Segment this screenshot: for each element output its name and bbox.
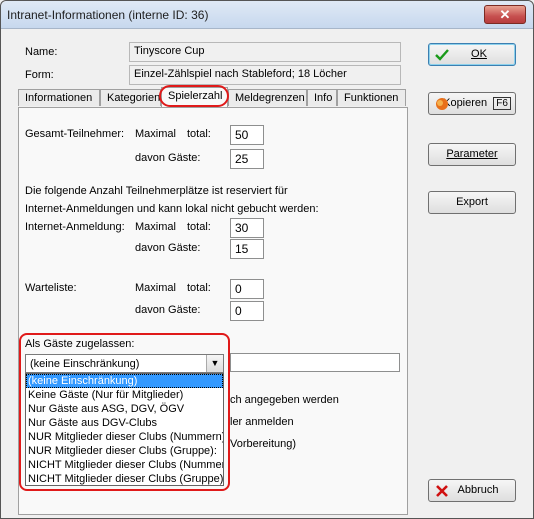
name-label: Name: xyxy=(25,46,58,58)
internet-gaeste-label: davon Gäste: xyxy=(135,242,201,254)
obscured-text-3: Vorbereitung) xyxy=(230,438,297,450)
gesamt-maximal-label: Maximal xyxy=(135,128,176,140)
title-bar[interactable]: Intranet-Informationen (interne ID: 36) … xyxy=(1,1,533,29)
warteliste-total-label: total: xyxy=(187,282,211,294)
obscured-text-2: ler anmelden xyxy=(230,416,294,428)
kopieren-label: Kopieren xyxy=(443,97,488,109)
internet-total-label: total: xyxy=(187,221,211,233)
warteliste-label: Warteliste: xyxy=(25,282,77,294)
kopieren-button[interactable]: Kopieren F6 xyxy=(428,92,516,115)
warteliste-maximal-label: Maximal xyxy=(135,282,176,294)
close-button[interactable]: ✕ xyxy=(484,5,526,24)
info-text-line1: Die folgende Anzahl Teilnehmerplätze ist… xyxy=(25,185,288,197)
warteliste-total-input[interactable]: 0 xyxy=(230,279,264,299)
tab-info[interactable]: Info xyxy=(307,89,337,106)
internet-maximal-label: Maximal xyxy=(135,221,176,233)
export-label: Export xyxy=(456,196,488,208)
tab-funktionen[interactable]: Funktionen xyxy=(337,89,406,106)
gesamt-gaeste-input[interactable]: 25 xyxy=(230,149,264,169)
copy-icon xyxy=(436,98,448,110)
window-title: Intranet-Informationen (interne ID: 36) xyxy=(7,8,209,22)
tab-meldegrenzen[interactable]: Meldegrenzen xyxy=(228,89,307,106)
gaeste-highlight xyxy=(19,333,230,491)
parameter-button[interactable]: Parameter xyxy=(428,143,516,166)
checkmark-icon xyxy=(435,49,449,61)
internet-label: Internet-Anmeldung: xyxy=(25,221,125,233)
gesamt-gaeste-label: davon Gäste: xyxy=(135,152,201,164)
abbruch-label: Abbruch xyxy=(457,484,499,496)
obscured-text-1: ch angegeben werden xyxy=(230,394,339,406)
close-icon: ✕ xyxy=(499,7,511,22)
dialog-window: Intranet-Informationen (interne ID: 36) … xyxy=(0,0,534,519)
internet-gaeste-input[interactable]: 15 xyxy=(230,239,264,259)
abbruch-button[interactable]: Abbruch xyxy=(428,479,516,502)
form-label: Form: xyxy=(25,69,54,81)
export-button[interactable]: Export xyxy=(428,191,516,214)
name-field: Tinyscore Cup xyxy=(129,42,401,62)
tab-kategorien[interactable]: Kategorien xyxy=(100,89,161,106)
gaeste-filter-input[interactable] xyxy=(230,353,400,372)
internet-total-input[interactable]: 30 xyxy=(230,218,264,238)
gesamt-total-input[interactable]: 50 xyxy=(230,125,264,145)
tab-highlight xyxy=(159,85,229,107)
warteliste-gaeste-input[interactable]: 0 xyxy=(230,301,264,321)
kopieren-shortcut: F6 xyxy=(493,97,511,110)
ok-button[interactable]: OK xyxy=(428,43,516,66)
x-cancel-icon xyxy=(436,485,448,497)
info-text-line2: Internet-Anmeldungen und kann lokal nich… xyxy=(25,203,319,215)
ok-label: OK xyxy=(471,48,487,60)
gesamt-total-label: total: xyxy=(187,128,211,140)
parameter-label: Parameter xyxy=(446,148,498,160)
warteliste-gaeste-label: davon Gäste: xyxy=(135,304,201,316)
gesamt-label: Gesamt-Teilnehmer: xyxy=(25,128,125,140)
tab-informationen[interactable]: Informationen xyxy=(18,89,100,106)
form-field: Einzel-Zählspiel nach Stableford; 18 Löc… xyxy=(129,65,401,85)
